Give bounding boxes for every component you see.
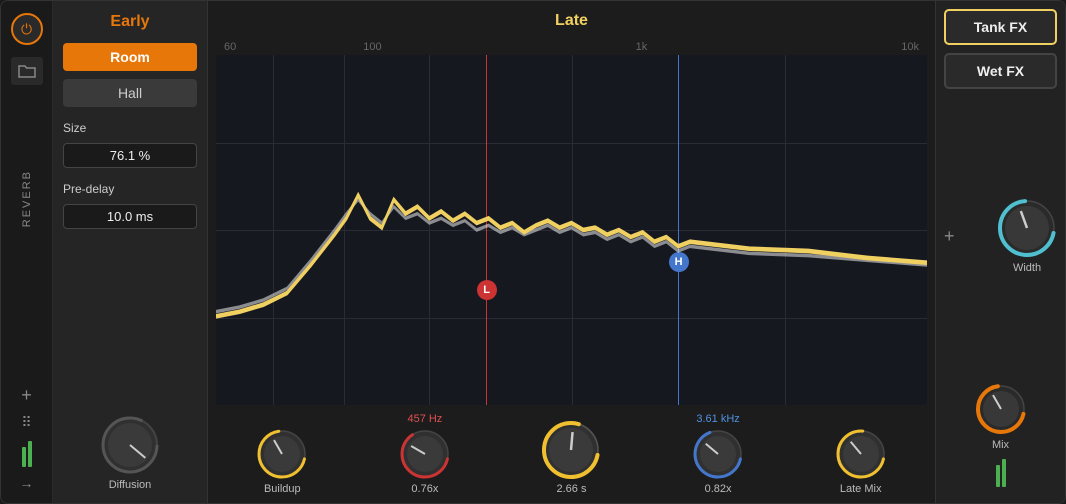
- size-label: Size: [63, 121, 197, 135]
- spectrum-area: L H: [216, 55, 927, 405]
- width-group: Width: [997, 198, 1057, 274]
- knob2-group: 2.66 s: [541, 420, 601, 495]
- add-button-right[interactable]: +: [944, 226, 955, 247]
- wet-fx-button[interactable]: Wet FX: [944, 53, 1057, 89]
- mix-knob[interactable]: [975, 383, 1027, 435]
- knob1-group: 457 Hz 0.76x: [399, 413, 451, 495]
- knob2[interactable]: [541, 420, 601, 480]
- red-freq-label: 457 Hz: [407, 413, 442, 425]
- sidebar-left: ⏻ REVERB + ⠿ →: [1, 1, 53, 503]
- right-level-bar-1: [996, 465, 1000, 487]
- size-value[interactable]: 76.1 %: [63, 143, 197, 168]
- knob3-label: 0.82x: [705, 483, 732, 495]
- width-label: Width: [1013, 262, 1041, 274]
- buildup-knob[interactable]: [256, 428, 308, 480]
- power-icon: ⏻: [21, 21, 32, 38]
- sidebar-bottom: + ⠿ →: [20, 385, 34, 491]
- plugin-container: ⏻ REVERB + ⠿ → Early Room Hall Size 76.1…: [0, 0, 1066, 504]
- folder-icon: [18, 64, 36, 78]
- tank-fx-button[interactable]: Tank FX: [944, 9, 1057, 45]
- spectrum-svg: [216, 55, 927, 405]
- knob3-group: 3.61 kHz 0.82x: [692, 413, 744, 495]
- mix-label: Mix: [992, 439, 1009, 451]
- power-button[interactable]: ⏻: [11, 13, 43, 45]
- right-middle: + Width: [944, 97, 1057, 375]
- late-mix-knob[interactable]: [835, 428, 887, 480]
- right-bottom: Mix: [944, 383, 1057, 487]
- buildup-group: Buildup: [256, 428, 308, 495]
- arrow-button[interactable]: →: [20, 475, 34, 491]
- level-bars-left: [22, 439, 32, 467]
- width-knob[interactable]: [997, 198, 1057, 258]
- knob1-label: 0.76x: [411, 483, 438, 495]
- hall-button[interactable]: Hall: [63, 79, 197, 107]
- early-title: Early: [63, 13, 197, 31]
- late-mix-label: Late Mix: [840, 483, 882, 495]
- knob2-label: 2.66 s: [557, 483, 587, 495]
- folder-button[interactable]: [11, 57, 43, 85]
- knob3[interactable]: [692, 428, 744, 480]
- level-bar-1: [22, 447, 26, 467]
- diffusion-label: Diffusion: [109, 479, 152, 491]
- blue-freq-label: 3.61 kHz: [696, 413, 739, 425]
- late-title: Late: [555, 12, 588, 30]
- level-bar-2: [28, 441, 32, 467]
- room-button[interactable]: Room: [63, 43, 197, 71]
- early-section: Early Room Hall Size 76.1 % Pre-delay 10…: [53, 1, 208, 503]
- right-level-bar-2: [1002, 459, 1006, 487]
- freq-labels: 60 100 1k 10k: [208, 41, 935, 55]
- level-bars-right: [996, 459, 1006, 487]
- dots-button[interactable]: ⠿: [21, 414, 31, 431]
- reverb-label: REVERB: [21, 170, 33, 227]
- diffusion-knob[interactable]: [100, 415, 160, 475]
- main-display: Late 60 100 1k 10k L: [208, 1, 935, 503]
- predelay-label: Pre-delay: [63, 182, 197, 196]
- bottom-controls: Buildup 457 Hz 0.76x: [208, 405, 935, 503]
- late-header: Late: [208, 1, 935, 41]
- knob1[interactable]: [399, 428, 451, 480]
- diffusion-area: Diffusion: [63, 415, 197, 491]
- add-button-left[interactable]: +: [21, 385, 32, 406]
- predelay-value[interactable]: 10.0 ms: [63, 204, 197, 229]
- right-section: Tank FX Wet FX + Width: [935, 1, 1065, 503]
- late-mix-group: Late Mix: [835, 428, 887, 495]
- buildup-label: Buildup: [264, 483, 301, 495]
